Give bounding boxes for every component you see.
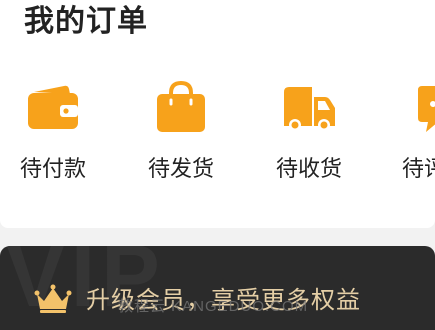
delivery-truck-icon bbox=[280, 78, 338, 136]
order-status-label: 待评 bbox=[402, 157, 435, 182]
site-watermark: 教程云 KANGEDUO.COM bbox=[118, 298, 309, 315]
order-status-pending-receipt[interactable]: 待收货 bbox=[254, 78, 364, 188]
comment-icon bbox=[414, 78, 435, 136]
order-status-label: 待付款 bbox=[19, 157, 86, 182]
order-status-label: 待发货 bbox=[147, 157, 214, 182]
order-status-label: 待收货 bbox=[275, 157, 342, 182]
wallet-icon bbox=[24, 78, 82, 136]
vip-upgrade-banner[interactable]: VIP 升级会员，享受更多权益 教程云 KANGEDUO.COM bbox=[0, 246, 435, 330]
shopping-bag-icon bbox=[152, 78, 210, 136]
order-status-pending-review[interactable]: 待评 bbox=[382, 78, 435, 188]
my-orders-title: 我的订单 bbox=[24, 4, 148, 39]
my-orders-card: 我的订单 待付款 待发货 待收货 待 bbox=[0, 0, 435, 228]
order-status-pending-shipment[interactable]: 待发货 bbox=[126, 78, 236, 188]
order-status-pending-payment[interactable]: 待付款 bbox=[0, 78, 108, 188]
crown-icon bbox=[34, 284, 72, 314]
